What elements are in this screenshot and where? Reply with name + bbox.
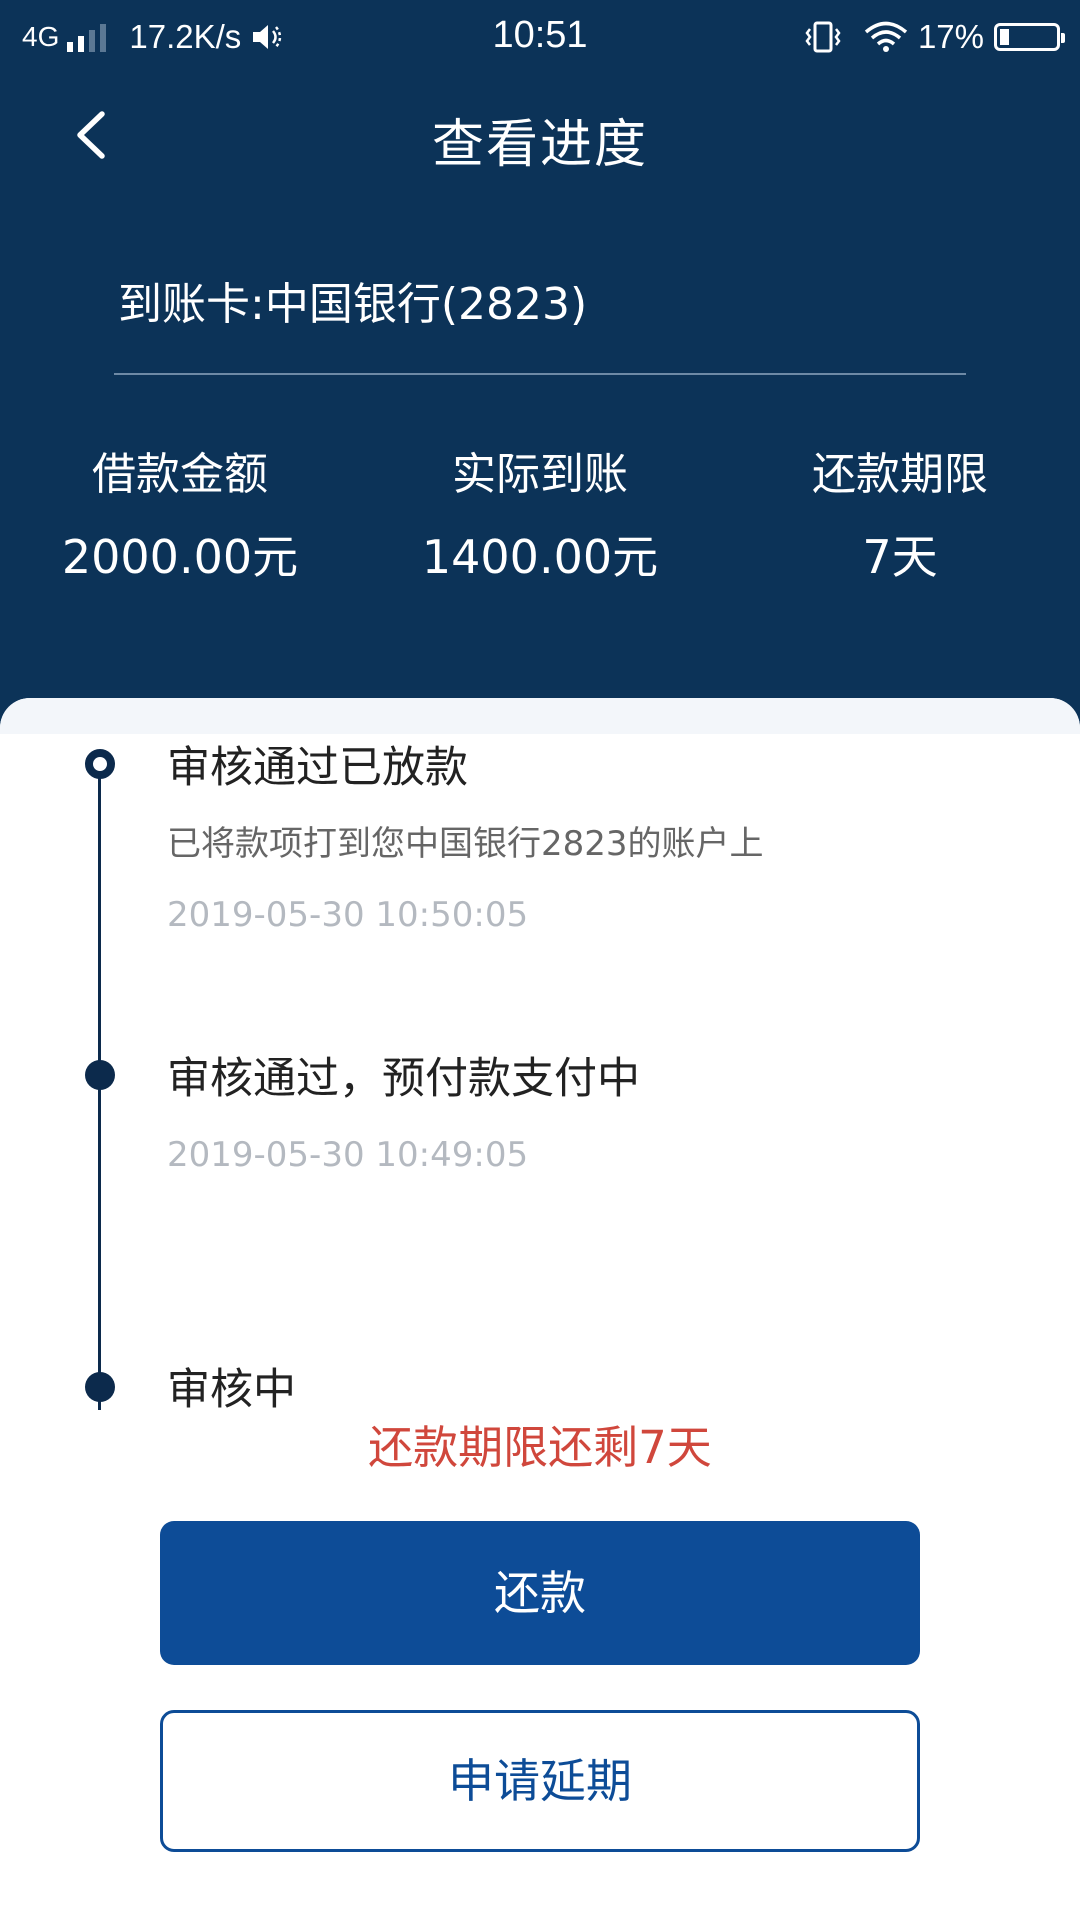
receiving-card: 到账卡:中国银行(2823) — [118, 279, 588, 330]
stat-label: 还款期限 — [812, 449, 988, 500]
remaining-days-notice: 还款期限还剩7天 — [368, 1421, 712, 1474]
timeline-step-title: 审核通过已放款 — [167, 743, 468, 793]
signal-icon — [67, 22, 111, 52]
stat-label: 借款金额 — [92, 449, 268, 500]
repay-button[interactable]: 还款 — [160, 1521, 920, 1665]
network-type: 4G — [22, 21, 60, 52]
timeline-step-desc: 已将款项打到您中国银行2823的账户上 — [167, 824, 764, 864]
divider — [114, 373, 966, 375]
status-bar: 4G 17.2K/s 10:51 17% — [0, 0, 1080, 76]
battery-level — [1000, 29, 1009, 45]
timeline-step-title: 审核中 — [167, 1365, 296, 1415]
timeline-dot — [85, 1060, 115, 1090]
timeline-step-time: 2019-05-30 10:49:05 — [167, 1135, 529, 1175]
vibrate-icon — [805, 21, 841, 53]
status-left: 4G 17.2K/s — [22, 16, 285, 58]
header: 4G 17.2K/s 10:51 17% 查看进度 到账卡:中国银行(2823)… — [0, 0, 1080, 745]
volume-icon — [253, 25, 282, 49]
timeline-dot-current — [85, 749, 115, 779]
stat-value: 2000.00元 — [61, 530, 299, 584]
apply-extension-button[interactable]: 申请延期 — [160, 1710, 920, 1852]
clock: 10:51 — [492, 14, 588, 56]
nav-bar: 查看进度 — [0, 90, 1080, 180]
timeline-step-title: 审核通过，预付款支付中 — [167, 1054, 640, 1104]
wifi-icon — [864, 21, 908, 52]
timeline-dot — [85, 1372, 115, 1402]
status-right: 17% — [804, 16, 1065, 58]
page-title: 查看进度 — [431, 115, 648, 175]
network-speed: 17.2K/s — [129, 18, 242, 55]
stat-label: 实际到账 — [452, 449, 628, 500]
stat-loan-amount: 借款金额 2000.00元 — [0, 445, 360, 587]
timeline-step-time: 2019-05-30 10:50:05 — [167, 895, 529, 935]
stat-value: 1400.00元 — [421, 530, 659, 584]
stat-actual-received: 实际到账 1400.00元 — [360, 445, 720, 587]
battery-icon — [994, 23, 1065, 51]
battery-percent: 17% — [917, 18, 984, 55]
stat-repay-term: 还款期限 7天 — [720, 445, 1080, 587]
stat-value: 7天 — [862, 530, 938, 584]
panel-strip — [0, 698, 1080, 734]
